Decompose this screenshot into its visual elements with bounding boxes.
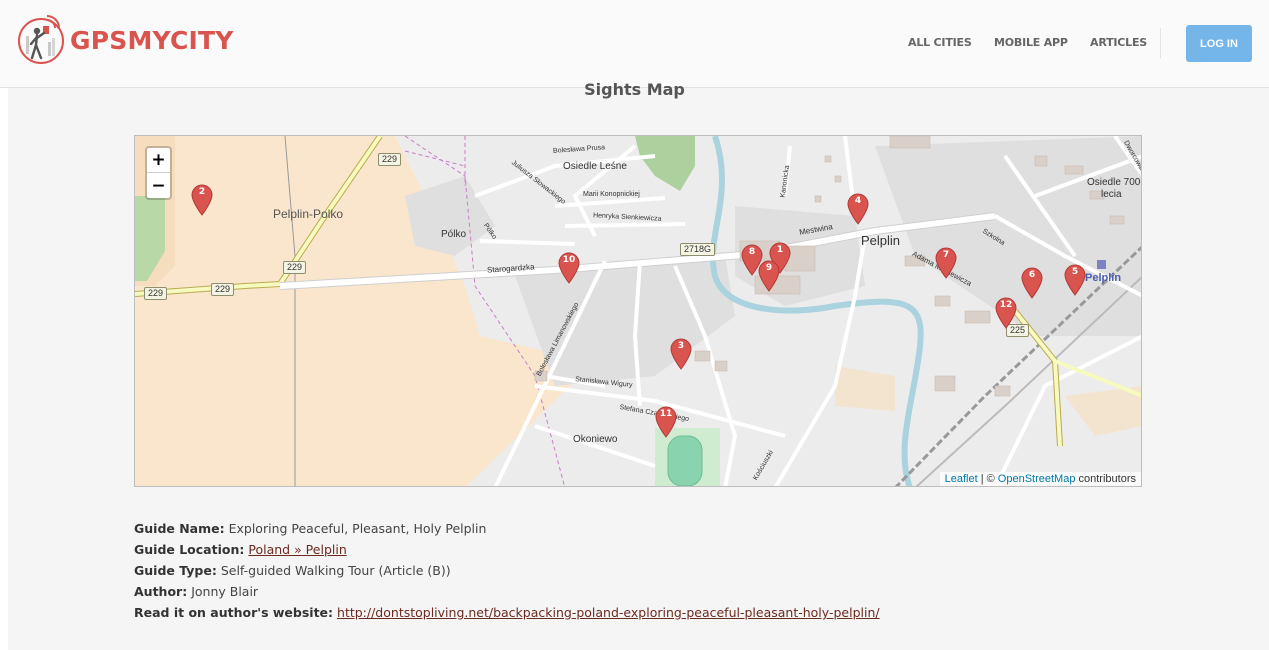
map-label-okoniewo: Okoniewo (573, 434, 618, 445)
section-title: Sights Map (584, 80, 685, 99)
guide-name-row: Guide Name: Exploring Peaceful, Pleasant… (134, 518, 880, 539)
route-shield-229: 229 (144, 287, 168, 300)
zoom-out-button[interactable]: − (147, 173, 170, 198)
author-value: Jonny Blair (191, 584, 259, 599)
sights-map[interactable]: Pelplin-Polko Pólko Pelplin Pelplin Osie… (134, 135, 1142, 487)
osm-link[interactable]: OpenStreetMap (998, 473, 1076, 485)
author-label: Author: (134, 584, 188, 599)
site-header: GPSMYCITY ALL CITIES MOBILE APP ARTICLES… (0, 0, 1269, 88)
route-shield-229: 229 (283, 261, 307, 274)
map-tiles (135, 136, 1141, 486)
map-label-osiedle-lesne: Osiedle Leśne (563, 161, 627, 172)
route-shield-2718g: 2718G (680, 243, 716, 256)
guide-location-label: Guide Location: (134, 542, 245, 557)
brand-name: GPSMYCITY (70, 25, 234, 55)
map-marker-11[interactable]: 11 (655, 406, 677, 438)
map-marker-10[interactable]: 10 (558, 252, 580, 284)
logo[interactable]: GPSMYCITY (17, 14, 234, 66)
map-label-pelplin: Pelplin (861, 233, 901, 248)
map-label-marii-konopnickiej: Marii Konopnickiej (583, 191, 640, 198)
map-attribution: Leaflet | © OpenStreetMap contributors (939, 472, 1141, 486)
map-marker-3[interactable]: 3 (670, 338, 692, 370)
nav-all-cities[interactable]: ALL CITIES (908, 36, 972, 49)
author-website-row: Read it on author's website: http://dont… (134, 602, 880, 623)
route-shield-229: 229 (378, 153, 402, 166)
route-shield-229: 229 (211, 283, 235, 296)
nav-mobile-app[interactable]: MOBILE APP (994, 36, 1068, 49)
nav-articles[interactable]: ARTICLES (1090, 36, 1147, 49)
map-marker-5[interactable]: 5 (1064, 264, 1086, 296)
logo-icon (18, 15, 64, 64)
author-website-label: Read it on author's website: (134, 605, 334, 620)
guide-type-value: Self-guided Walking Tour (Article (B)) (220, 563, 451, 578)
guide-location-link[interactable]: Poland » Pelplin (248, 542, 346, 557)
zoom-in-button[interactable]: + (147, 148, 170, 173)
attribution-separator: | © (980, 473, 995, 485)
map-marker-2[interactable]: 2 (191, 184, 213, 216)
map-marker-4[interactable]: 4 (847, 193, 869, 225)
map-marker-6[interactable]: 6 (1021, 267, 1043, 299)
guide-type-row: Guide Type: Self-guided Walking Tour (Ar… (134, 560, 880, 581)
guide-name-value: Exploring Peaceful, Pleasant, Holy Pelpl… (228, 521, 487, 536)
map-marker-9[interactable]: 9 (758, 260, 780, 292)
author-website-link[interactable]: http://dontstopliving.net/backpacking-po… (337, 605, 880, 620)
map-label-polko: Pólko (441, 229, 467, 240)
login-button[interactable]: LOG IN (1186, 25, 1252, 62)
leaflet-link[interactable]: Leaflet (945, 473, 978, 485)
map-label-osiedle-700: Osiedle 700- (1087, 177, 1142, 188)
zoom-control: + − (145, 146, 172, 200)
map-marker-12[interactable]: 12 (995, 297, 1017, 329)
map-label-pelplin-polko: Pelplin-Polko (273, 207, 344, 221)
nav-divider (1160, 28, 1161, 58)
attribution-suffix: contributors (1078, 473, 1136, 485)
guide-info: Guide Name: Exploring Peaceful, Pleasant… (134, 518, 880, 623)
map-label-osiedle-700-lecia: lecia (1101, 189, 1122, 200)
guide-location-row: Guide Location: Poland » Pelplin (134, 539, 880, 560)
map-label-pelplin-station: Pelplin (1085, 272, 1122, 284)
guide-name-label: Guide Name: (134, 521, 225, 536)
map-marker-7[interactable]: 7 (935, 247, 957, 279)
guide-type-label: Guide Type: (134, 563, 217, 578)
author-row: Author: Jonny Blair (134, 581, 880, 602)
